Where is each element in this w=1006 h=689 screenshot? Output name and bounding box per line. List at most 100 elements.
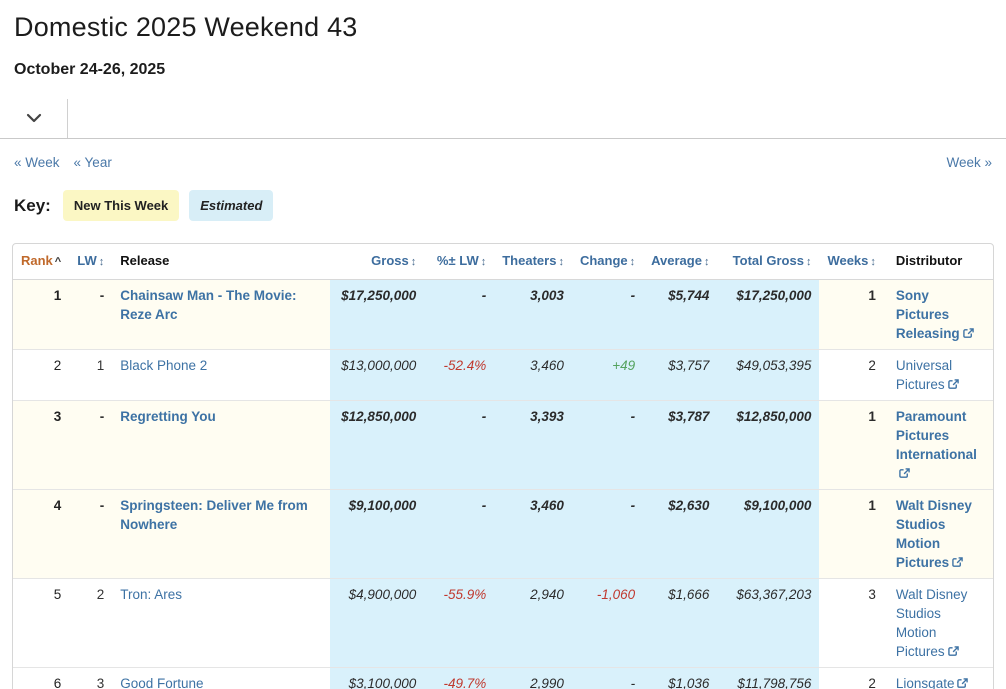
release-link[interactable]: Black Phone 2 [120,358,207,373]
cell-gross: $4,900,000 [330,579,424,668]
cell-total_gross: $9,100,000 [717,490,819,579]
column-header-distributor: Distributor [884,244,993,280]
cell-lw: - [69,490,112,579]
cell-lw: 2 [69,579,112,668]
cell-value: 3 [54,409,62,424]
cell-pct_lw: -55.9% [424,579,494,668]
table-row: 21Black Phone 2$13,000,000-52.4%3,460+49… [13,350,993,401]
date-range: October 24-26, 2025 [14,61,992,79]
cell-release: Black Phone 2 [112,350,330,401]
cell-lw: - [69,280,112,350]
cell-value: $1,666 [668,587,709,602]
cell-value: $12,850,000 [341,409,416,424]
prev-week-link[interactable]: « Week [14,155,60,170]
column-label: LW [77,253,97,268]
distributor-link[interactable]: Lionsgate [896,676,969,689]
column-header-gross[interactable]: Gross↕ [330,244,424,280]
prev-year-link[interactable]: « Year [74,155,112,170]
cell-value: 3,003 [530,288,564,303]
distributor-link[interactable]: Universal Pictures [896,358,959,392]
cell-change: - [572,668,643,689]
cell-value: - [482,498,487,513]
pagination-nav: « Week « Year Week » [0,139,1006,170]
table-row: 1-Chainsaw Man - The Movie: Reze Arc$17,… [13,280,993,350]
cell-average: $3,757 [643,350,717,401]
column-label: Average [651,253,702,268]
sort-icon: ↕ [411,256,417,268]
column-label: Change [580,253,628,268]
column-label: Gross [371,253,409,268]
column-header-change[interactable]: Change↕ [572,244,643,280]
cell-value: +49 [612,358,635,373]
external-link-icon [954,676,968,689]
release-link[interactable]: Regretting You [120,409,216,424]
cell-theaters: 3,393 [494,401,572,490]
sort-icon: ↕ [481,256,487,268]
column-label: Release [120,253,169,268]
cell-value: 5 [54,587,62,602]
chevron-down-icon [26,111,42,126]
cell-value: 2,940 [530,587,564,602]
cell-average: $1,666 [643,579,717,668]
column-header-theaters[interactable]: Theaters↕ [494,244,572,280]
cell-rank: 2 [13,350,69,401]
distributor-link[interactable]: Paramount Pictures International [896,409,977,481]
release-link[interactable]: Tron: Ares [120,587,182,602]
sort-icon: ↕ [704,256,710,268]
cell-weeks: 1 [819,401,883,490]
cell-value: - [631,676,636,689]
cell-lw: 3 [69,668,112,689]
cell-lw: - [69,401,112,490]
cell-value: $13,000,000 [341,358,416,373]
column-label: Theaters [502,253,556,268]
column-header-rank[interactable]: Rank^ [13,244,69,280]
cell-value: - [100,409,105,424]
cell-value: 2 [97,587,105,602]
cell-value: 1 [868,288,876,303]
cell-value: 4 [54,498,62,513]
cell-theaters: 2,990 [494,668,572,689]
sort-icon: ↕ [99,256,105,268]
column-header-weeks[interactable]: Weeks↕ [819,244,883,280]
release-link[interactable]: Chainsaw Man - The Movie: Reze Arc [120,288,296,322]
cell-pct_lw: -52.4% [424,350,494,401]
cell-change: - [572,280,643,350]
cell-gross: $9,100,000 [330,490,424,579]
column-header-pct_lw[interactable]: %± LW↕ [424,244,494,280]
section-dropdown[interactable] [0,99,68,138]
distributor-link[interactable]: Sony Pictures Releasing [896,288,974,341]
cell-total_gross: $63,367,203 [717,579,819,668]
column-header-lw[interactable]: LW↕ [69,244,112,280]
cell-value: 2,990 [530,676,564,689]
table-header-row: Rank^LW↕ReleaseGross↕%± LW↕Theaters↕Chan… [13,244,993,280]
page-header: Domestic 2025 Weekend 43 October 24-26, … [0,0,1006,79]
column-label: Total Gross [733,253,804,268]
cell-distributor: Lionsgate [884,668,993,689]
next-week-link[interactable]: Week » [946,155,992,170]
column-header-average[interactable]: Average↕ [643,244,717,280]
cell-value: $2,630 [668,498,709,513]
column-label: Rank [21,253,53,268]
external-link-icon [960,326,974,341]
column-header-total_gross[interactable]: Total Gross↕ [717,244,819,280]
distributor-link[interactable]: Walt Disney Studios Motion Pictures [896,587,968,659]
cell-value: $5,744 [668,288,709,303]
cell-value: - [100,288,105,303]
column-label: Distributor [896,253,962,268]
cell-value: 3,393 [530,409,564,424]
cell-value: $63,367,203 [736,587,811,602]
section-toolbar [0,99,1006,139]
external-link-icon [945,377,959,392]
cell-value: $3,787 [668,409,709,424]
distributor-link[interactable]: Walt Disney Studios Motion Pictures [896,498,972,570]
key-new-this-week-badge: New This Week [63,190,179,221]
release-link[interactable]: Good Fortune [120,676,203,689]
cell-value: $1,036 [668,676,709,689]
cell-theaters: 3,460 [494,350,572,401]
cell-total_gross: $12,850,000 [717,401,819,490]
cell-weeks: 2 [819,350,883,401]
cell-weeks: 2 [819,668,883,689]
cell-value: $12,850,000 [736,409,811,424]
release-link[interactable]: Springsteen: Deliver Me from Nowhere [120,498,308,532]
cell-distributor: Walt Disney Studios Motion Pictures [884,490,993,579]
